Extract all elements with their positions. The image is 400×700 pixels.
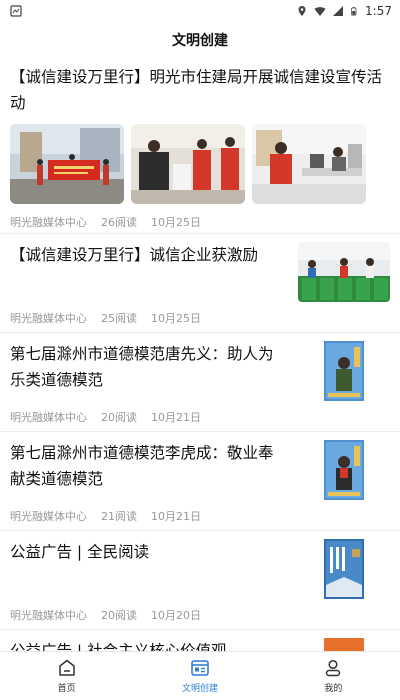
article-item[interactable]: 公益广告 | 全民阅读 明光融媒体中心 20阅读 10月20日	[0, 531, 400, 630]
article-title: 第七届滁州市道德模范唐先义：助人为乐类道德模范	[10, 345, 274, 389]
article-reads: 20阅读	[101, 609, 137, 622]
article-reads: 25阅读	[101, 312, 137, 325]
article-item[interactable]: 第七届滁州市道德模范李虎成：敬业奉献类道德模范 明光融媒体中心 21阅读 10月…	[0, 432, 400, 531]
article-meta: 明光融媒体中心 20阅读 10月21日	[10, 409, 201, 425]
article-thumbnail	[298, 638, 390, 651]
user-icon	[326, 659, 341, 677]
tab-profile-label: 我的	[324, 684, 343, 694]
article-image-2	[131, 124, 245, 204]
article-item[interactable]: 第七届滁州市道德模范唐先义：助人为乐类道德模范 明光融媒体中心 20阅读 10月…	[0, 333, 400, 432]
article-meta: 明光融媒体中心 21阅读 10月21日	[10, 508, 201, 524]
article-feed[interactable]: 【诚信建设万里行】明光市住建局开展诚信建设宣传活动 明光融媒体中心 26阅读 1…	[0, 58, 400, 651]
status-left	[10, 5, 22, 17]
article-meta: 明光融媒体中心 20阅读 10月20日	[10, 607, 201, 623]
article-thumbnail	[298, 440, 390, 500]
article-title: 第七届滁州市道德模范李虎成：敬业奉献类道德模范	[10, 444, 274, 488]
status-bar: 1:57	[0, 0, 400, 22]
article-reads: 26阅读	[101, 216, 137, 229]
page-title: 文明创建	[172, 33, 228, 49]
article-item[interactable]: 公益广告 | 社会主义核心价值观	[0, 630, 400, 651]
article-image-row	[10, 124, 390, 204]
article-thumbnail	[298, 539, 390, 599]
article-source: 明光融媒体中心	[10, 510, 87, 523]
status-right: 1:57	[296, 4, 392, 18]
home-icon	[58, 659, 75, 676]
article-image-1	[10, 124, 124, 204]
article-thumbnail	[298, 341, 390, 401]
location-icon	[298, 6, 306, 16]
article-source: 明光融媒体中心	[10, 609, 87, 622]
battery-icon	[351, 7, 357, 16]
article-reads: 21阅读	[101, 510, 137, 523]
tab-civilization-label: 文明创建	[181, 684, 218, 694]
article-item[interactable]: 【诚信建设万里行】明光市住建局开展诚信建设宣传活动 明光融媒体中心 26阅读 1…	[0, 58, 400, 234]
article-date: 10月21日	[151, 510, 201, 523]
article-date: 10月21日	[151, 411, 201, 424]
bottom-tab-bar: 首页 文明创建 我的	[0, 651, 400, 700]
tab-home[interactable]: 首页	[0, 652, 133, 700]
article-source: 明光融媒体中心	[10, 312, 87, 325]
signal-icon	[333, 6, 344, 16]
article-title: 【诚信建设万里行】明光市住建局开展诚信建设宣传活动	[10, 68, 383, 112]
article-date: 10月25日	[151, 312, 201, 325]
tab-civilization[interactable]: 文明创建	[133, 652, 266, 700]
tab-home-label: 首页	[57, 684, 76, 694]
article-title: 公益广告 | 全民阅读	[10, 543, 150, 561]
article-source: 明光融媒体中心	[10, 411, 87, 424]
article-date: 10月25日	[151, 216, 201, 229]
article-source: 明光融媒体中心	[10, 216, 87, 229]
article-reads: 20阅读	[101, 411, 137, 424]
article-title: 【诚信建设万里行】诚信企业获激励	[10, 246, 259, 264]
article-date: 10月20日	[151, 609, 201, 622]
wifi-icon	[314, 7, 326, 16]
article-item[interactable]: 【诚信建设万里行】诚信企业获激励 明光融媒体中心 25阅读 10月25日	[0, 234, 400, 333]
article-meta: 明光融媒体中心 26阅读 10月25日	[10, 214, 390, 230]
app-notification-icon	[10, 5, 22, 17]
article-title: 公益广告 | 社会主义核心价值观	[10, 642, 227, 651]
tab-profile[interactable]: 我的	[267, 652, 400, 700]
article-meta: 明光融媒体中心 25阅读 10月25日	[10, 310, 201, 326]
article-thumbnail	[298, 242, 390, 302]
news-icon	[191, 660, 209, 676]
article-image-3	[252, 124, 366, 204]
status-time: 1:57	[365, 4, 392, 18]
